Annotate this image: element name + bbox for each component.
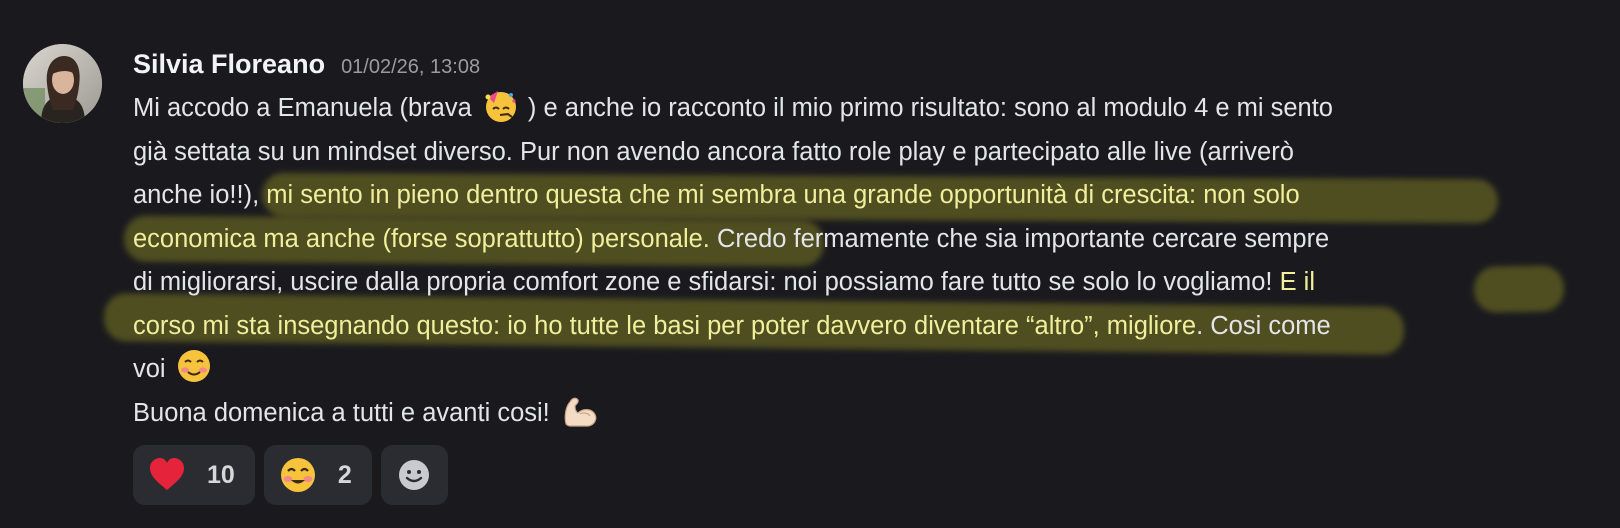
text-segment: Mi accodo a Emanuela (brava <box>133 94 479 122</box>
text-segment: Credo fermamente che sia importante cerc… <box>709 224 1330 253</box>
message-line-2: già settata su un mindset diverso. Pur n… <box>133 131 1583 175</box>
reaction-count: 2 <box>337 460 352 489</box>
smiling-face-icon <box>278 455 318 495</box>
username[interactable]: Silvia Floreano <box>133 44 325 84</box>
text-segment: ) e anche io racconto il mio primo risul… <box>520 94 1333 122</box>
text-segment: anche io!!), <box>133 181 267 209</box>
partying-face-emoji <box>482 87 518 123</box>
smiling-face-emoji <box>176 348 212 384</box>
message-line-1: Mi accodo a Emanuela (brava ) e anche io… <box>133 87 1583 131</box>
message-line-8: Buona domenica a tutti e avanti cosi! <box>133 392 1583 436</box>
red-heart-icon <box>147 455 187 495</box>
text-segment: voi <box>133 355 173 383</box>
message-line-4: economica ma anche (forse soprattutto) p… <box>133 218 1583 262</box>
message-line-5: di migliorarsi, uscire dalla propria com… <box>133 261 1583 305</box>
flexed-biceps-emoji <box>560 392 597 428</box>
reactions-bar: 10 2 <box>133 445 448 505</box>
text-segment: di migliorarsi, uscire dalla propria com… <box>133 268 1280 296</box>
text-segment: già settata su un mindset diverso. Pur n… <box>133 137 1294 166</box>
highlighted-text: E il <box>1279 268 1316 296</box>
message-line-7: voi <box>133 348 1583 392</box>
timestamp: 01/02/26, 13:08 <box>341 56 481 78</box>
reaction-heart[interactable]: 10 <box>133 445 255 505</box>
reaction-count: 10 <box>207 460 235 489</box>
highlighted-text: corso mi sta insegnando questo: io ho tu… <box>133 311 1197 340</box>
highlighted-text: mi sento in pieno dentro questa che mi s… <box>266 181 1300 209</box>
avatar[interactable] <box>23 44 102 123</box>
message-body: Mi accodo a Emanuela (brava ) e anche io… <box>133 87 1583 435</box>
message-line-6: corso mi sta insegnando questo: io ho tu… <box>133 305 1583 349</box>
add-reaction-icon <box>394 455 434 495</box>
highlighted-text: economica ma anche (forse soprattutto) p… <box>133 224 710 253</box>
reaction-smile[interactable]: 2 <box>263 445 372 505</box>
message-line-3: anche io!!), mi sento in pieno dentro qu… <box>133 174 1583 218</box>
text-segment: . Cosi come <box>1196 311 1331 340</box>
add-reaction-button[interactable] <box>380 445 448 505</box>
chat-message: Silvia Floreano 01/02/26, 13:08 Mi accod… <box>0 0 1620 528</box>
text-segment: Buona domenica a tutti e avanti cosi! <box>133 398 557 427</box>
message-header: Silvia Floreano 01/02/26, 13:08 <box>133 44 480 84</box>
